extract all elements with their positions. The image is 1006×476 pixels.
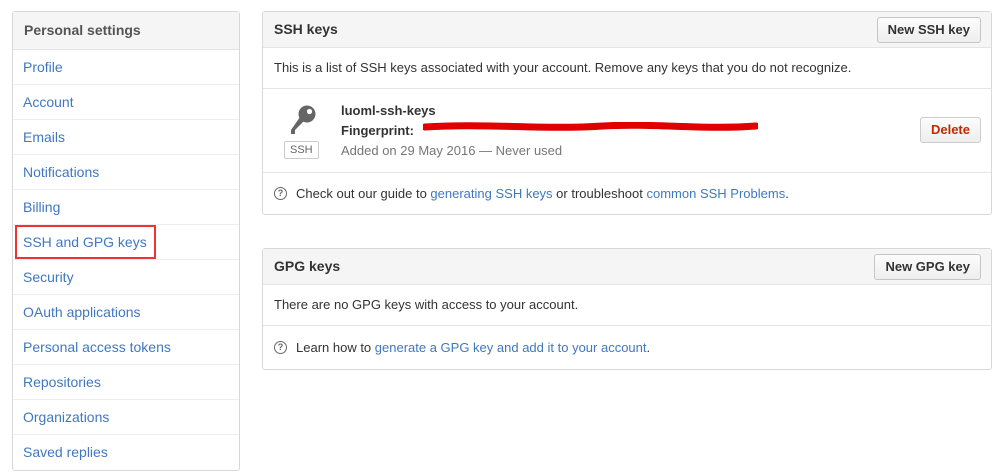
sidebar-item-organizations[interactable]: Organizations	[13, 400, 239, 435]
sidebar-item-account[interactable]: Account	[13, 85, 239, 120]
gpg-keys-title: GPG keys	[274, 258, 341, 274]
key-icon	[291, 105, 316, 134]
ssh-help-middle: or troubleshoot	[552, 186, 647, 201]
sidebar-item-profile[interactable]: Profile	[13, 50, 239, 85]
sidebar-item-saved-replies[interactable]: Saved replies	[13, 435, 239, 470]
gpg-keys-panel: GPG keys New GPG key There are no GPG ke…	[262, 248, 992, 370]
ssh-key-fingerprint-label: Fingerprint:	[341, 123, 414, 138]
generate-gpg-key-link[interactable]: generate a GPG key and add it to your ac…	[375, 340, 647, 355]
gpg-empty-message: There are no GPG keys with access to you…	[263, 285, 991, 326]
sidebar-header: Personal settings	[13, 12, 239, 50]
sidebar-item-ssh-gpg-keys-label: SSH and GPG keys	[15, 225, 156, 259]
question-icon: ?	[274, 187, 287, 201]
settings-sidebar: Personal settings Profile Account Emails…	[12, 11, 240, 471]
sidebar-item-security[interactable]: Security	[13, 260, 239, 295]
sidebar-item-oauth-applications[interactable]: OAuth applications	[13, 295, 239, 330]
new-gpg-key-button[interactable]: New GPG key	[874, 254, 981, 280]
ssh-keys-panel: SSH keys New SSH key This is a list of S…	[262, 11, 992, 215]
ssh-badge: SSH	[284, 141, 319, 159]
redaction-mark	[423, 122, 758, 131]
new-ssh-key-button[interactable]: New SSH key	[876, 17, 981, 43]
sidebar-item-billing[interactable]: Billing	[13, 190, 239, 225]
question-icon: ?	[274, 341, 287, 355]
ssh-key-item: SSH luoml-ssh-keys Fingerprint: Added on…	[263, 89, 991, 173]
ssh-keys-title: SSH keys	[274, 21, 338, 37]
gpg-help-row: ? Learn how to generate a GPG key and add…	[263, 326, 991, 369]
gpg-keys-header: GPG keys New GPG key	[263, 249, 991, 285]
sidebar-item-ssh-gpg-keys[interactable]: SSH and GPG keys	[13, 225, 239, 260]
ssh-help-suffix: .	[785, 186, 789, 201]
ssh-keys-description: This is a list of SSH keys associated wi…	[263, 48, 991, 89]
ssh-help-row: ? Check out our guide to generating SSH k…	[263, 173, 991, 214]
generating-ssh-keys-link[interactable]: generating SSH keys	[430, 186, 552, 201]
sidebar-item-emails[interactable]: Emails	[13, 120, 239, 155]
ssh-help-prefix: Check out our guide to	[296, 186, 431, 201]
sidebar-item-repositories[interactable]: Repositories	[13, 365, 239, 400]
ssh-keys-header: SSH keys New SSH key	[263, 12, 991, 48]
sidebar-item-notifications[interactable]: Notifications	[13, 155, 239, 190]
ssh-key-added-info: Added on 29 May 2016 — Never used	[341, 143, 563, 158]
delete-ssh-key-button[interactable]: Delete	[919, 117, 981, 143]
sidebar-item-personal-access-tokens[interactable]: Personal access tokens	[13, 330, 239, 365]
gpg-help-suffix: .	[646, 340, 651, 355]
common-ssh-problems-link[interactable]: common SSH Problems	[647, 186, 786, 201]
gpg-help-prefix: Learn how to	[296, 340, 375, 355]
ssh-key-name: luoml-ssh-keys	[341, 103, 436, 118]
